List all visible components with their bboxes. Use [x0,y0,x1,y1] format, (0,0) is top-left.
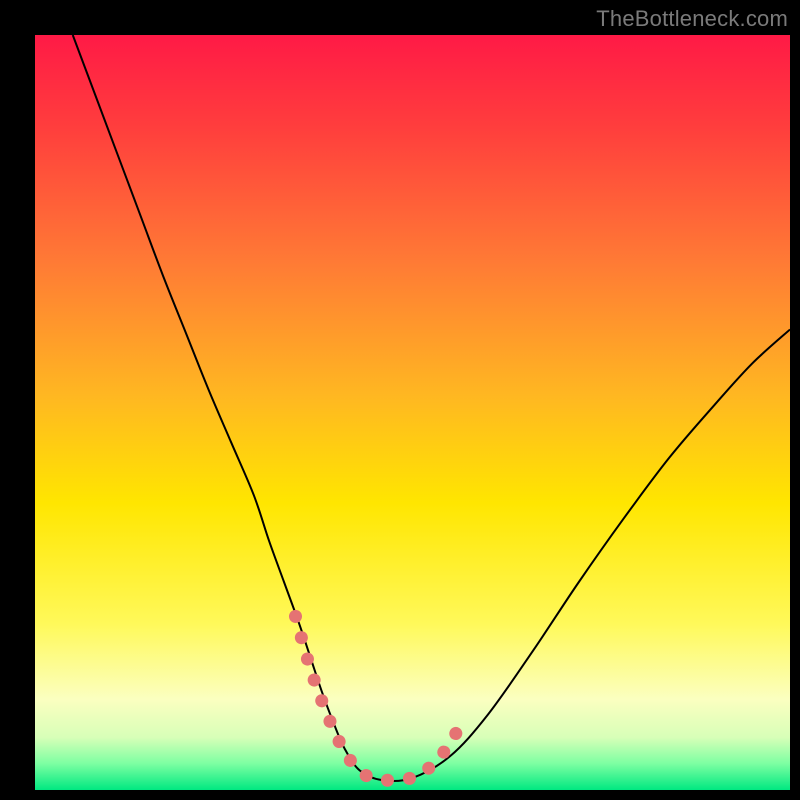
plot-area [35,35,790,790]
watermark-text: TheBottleneck.com [596,6,788,32]
chart-frame: TheBottleneck.com [0,0,800,800]
bottleneck-curve [73,35,790,781]
trough-highlight [295,616,461,780]
curve-layer [35,35,790,790]
